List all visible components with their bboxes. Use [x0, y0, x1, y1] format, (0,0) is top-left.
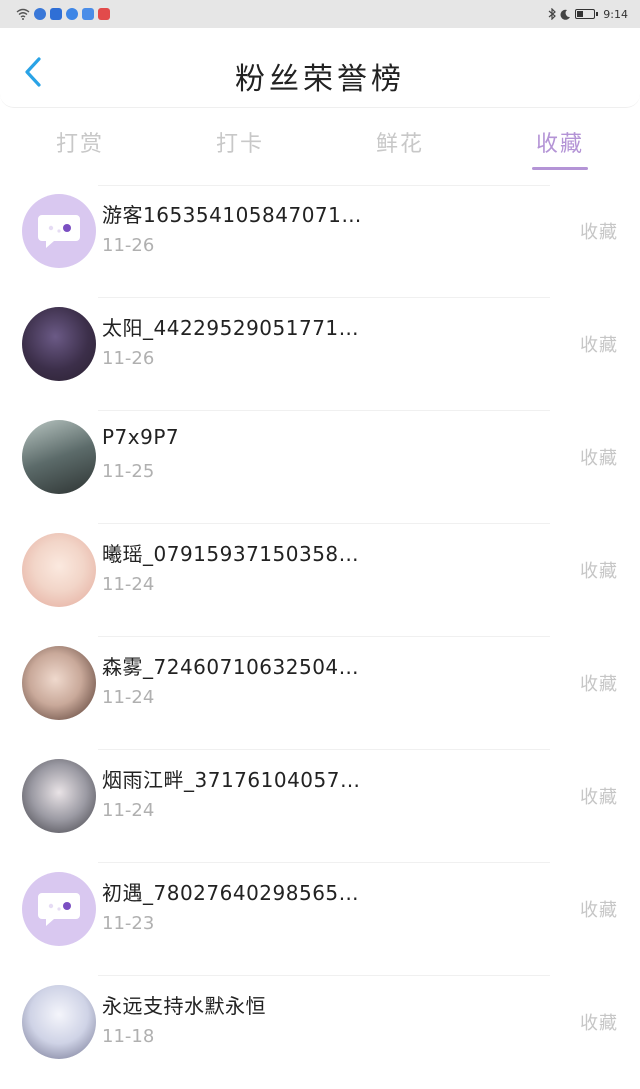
date: 11-23	[102, 913, 155, 934]
list-item[interactable]: 烟雨江畔_371761040575… 11-24 收藏	[0, 750, 640, 863]
list-item[interactable]: 曦瑶_07915937150358812 11-24 收藏	[0, 524, 640, 637]
date: 11-24	[102, 687, 155, 708]
search-app-icon	[50, 8, 62, 20]
battery-icon	[575, 9, 599, 19]
date: 11-25	[102, 461, 155, 482]
user-name: 太阳_44229529051771859	[102, 316, 362, 340]
tab-label: 打卡	[215, 132, 264, 157]
chat-app-icon	[66, 8, 78, 20]
list-item[interactable]: P7x9P7 11-25 收藏	[0, 411, 640, 524]
favorite-label: 收藏	[580, 335, 618, 356]
tab-flowers[interactable]: 鲜花	[320, 118, 480, 174]
tab-label: 收藏	[535, 132, 584, 157]
avatar[interactable]	[22, 420, 96, 494]
tab-checkin[interactable]: 打卡	[160, 118, 320, 174]
browser-app-icon	[34, 8, 46, 20]
moon-icon	[560, 5, 571, 24]
default-avatar-chat-icon	[38, 893, 80, 926]
user-name: 烟雨江畔_371761040575…	[102, 768, 362, 792]
status-right: 9:14	[548, 5, 628, 24]
user-name: P7x9P7	[102, 425, 180, 449]
favorite-label: 收藏	[580, 674, 618, 695]
date: 11-24	[102, 800, 155, 821]
tab-label: 鲜花	[375, 132, 424, 157]
tab-favorites[interactable]: 收藏	[480, 118, 640, 174]
alert-app-icon	[98, 8, 110, 20]
divider	[98, 185, 550, 186]
date: 11-18	[102, 1026, 155, 1047]
tab-bar: 打赏 打卡 鲜花 收藏	[0, 118, 640, 174]
user-name: 森雾_72460710632504866	[102, 655, 362, 679]
wifi-icon	[16, 8, 30, 20]
avatar[interactable]	[22, 872, 96, 946]
list-item[interactable]: 太阳_44229529051771859 11-26 收藏	[0, 298, 640, 411]
fan-list: 游客16535410584707188 11-26 收藏 太阳_44229529…	[0, 185, 640, 1089]
user-name: 永远支持水默永恒	[102, 994, 266, 1018]
avatar[interactable]	[22, 533, 96, 607]
avatar[interactable]	[22, 646, 96, 720]
tab-reward[interactable]: 打赏	[0, 118, 160, 174]
date: 11-26	[102, 348, 155, 369]
mail-app-icon	[82, 8, 94, 20]
active-tab-indicator	[532, 167, 588, 170]
bluetooth-icon	[548, 5, 557, 24]
list-item[interactable]: 森雾_72460710632504866 11-24 收藏	[0, 637, 640, 750]
favorite-label: 收藏	[580, 561, 618, 582]
page-title: 粉丝荣誉榜	[235, 62, 405, 97]
avatar[interactable]	[22, 985, 96, 1059]
list-item[interactable]: 游客16535410584707188 11-26 收藏	[0, 185, 640, 298]
default-avatar-chat-icon	[38, 215, 80, 248]
avatar[interactable]	[22, 759, 96, 833]
status-bar: 9:14	[0, 0, 640, 28]
favorite-label: 收藏	[580, 1013, 618, 1034]
user-name: 曦瑶_07915937150358812	[102, 542, 362, 566]
user-name: 游客16535410584707188	[102, 203, 362, 227]
header: 粉丝荣誉榜	[0, 28, 640, 108]
favorite-label: 收藏	[580, 448, 618, 469]
status-time: 9:14	[603, 7, 628, 21]
list-item[interactable]: 永远支持水默永恒 11-18 收藏	[0, 976, 640, 1089]
tab-label: 打赏	[55, 132, 104, 157]
list-item[interactable]: 初遇_78027640298565326 11-23 收藏	[0, 863, 640, 976]
avatar[interactable]	[22, 307, 96, 381]
favorite-label: 收藏	[580, 787, 618, 808]
status-left	[16, 8, 110, 20]
favorite-label: 收藏	[580, 900, 618, 921]
favorite-label: 收藏	[580, 222, 618, 243]
date: 11-24	[102, 574, 155, 595]
avatar[interactable]	[22, 194, 96, 268]
date: 11-26	[102, 235, 155, 256]
user-name: 初遇_78027640298565326	[102, 881, 362, 905]
